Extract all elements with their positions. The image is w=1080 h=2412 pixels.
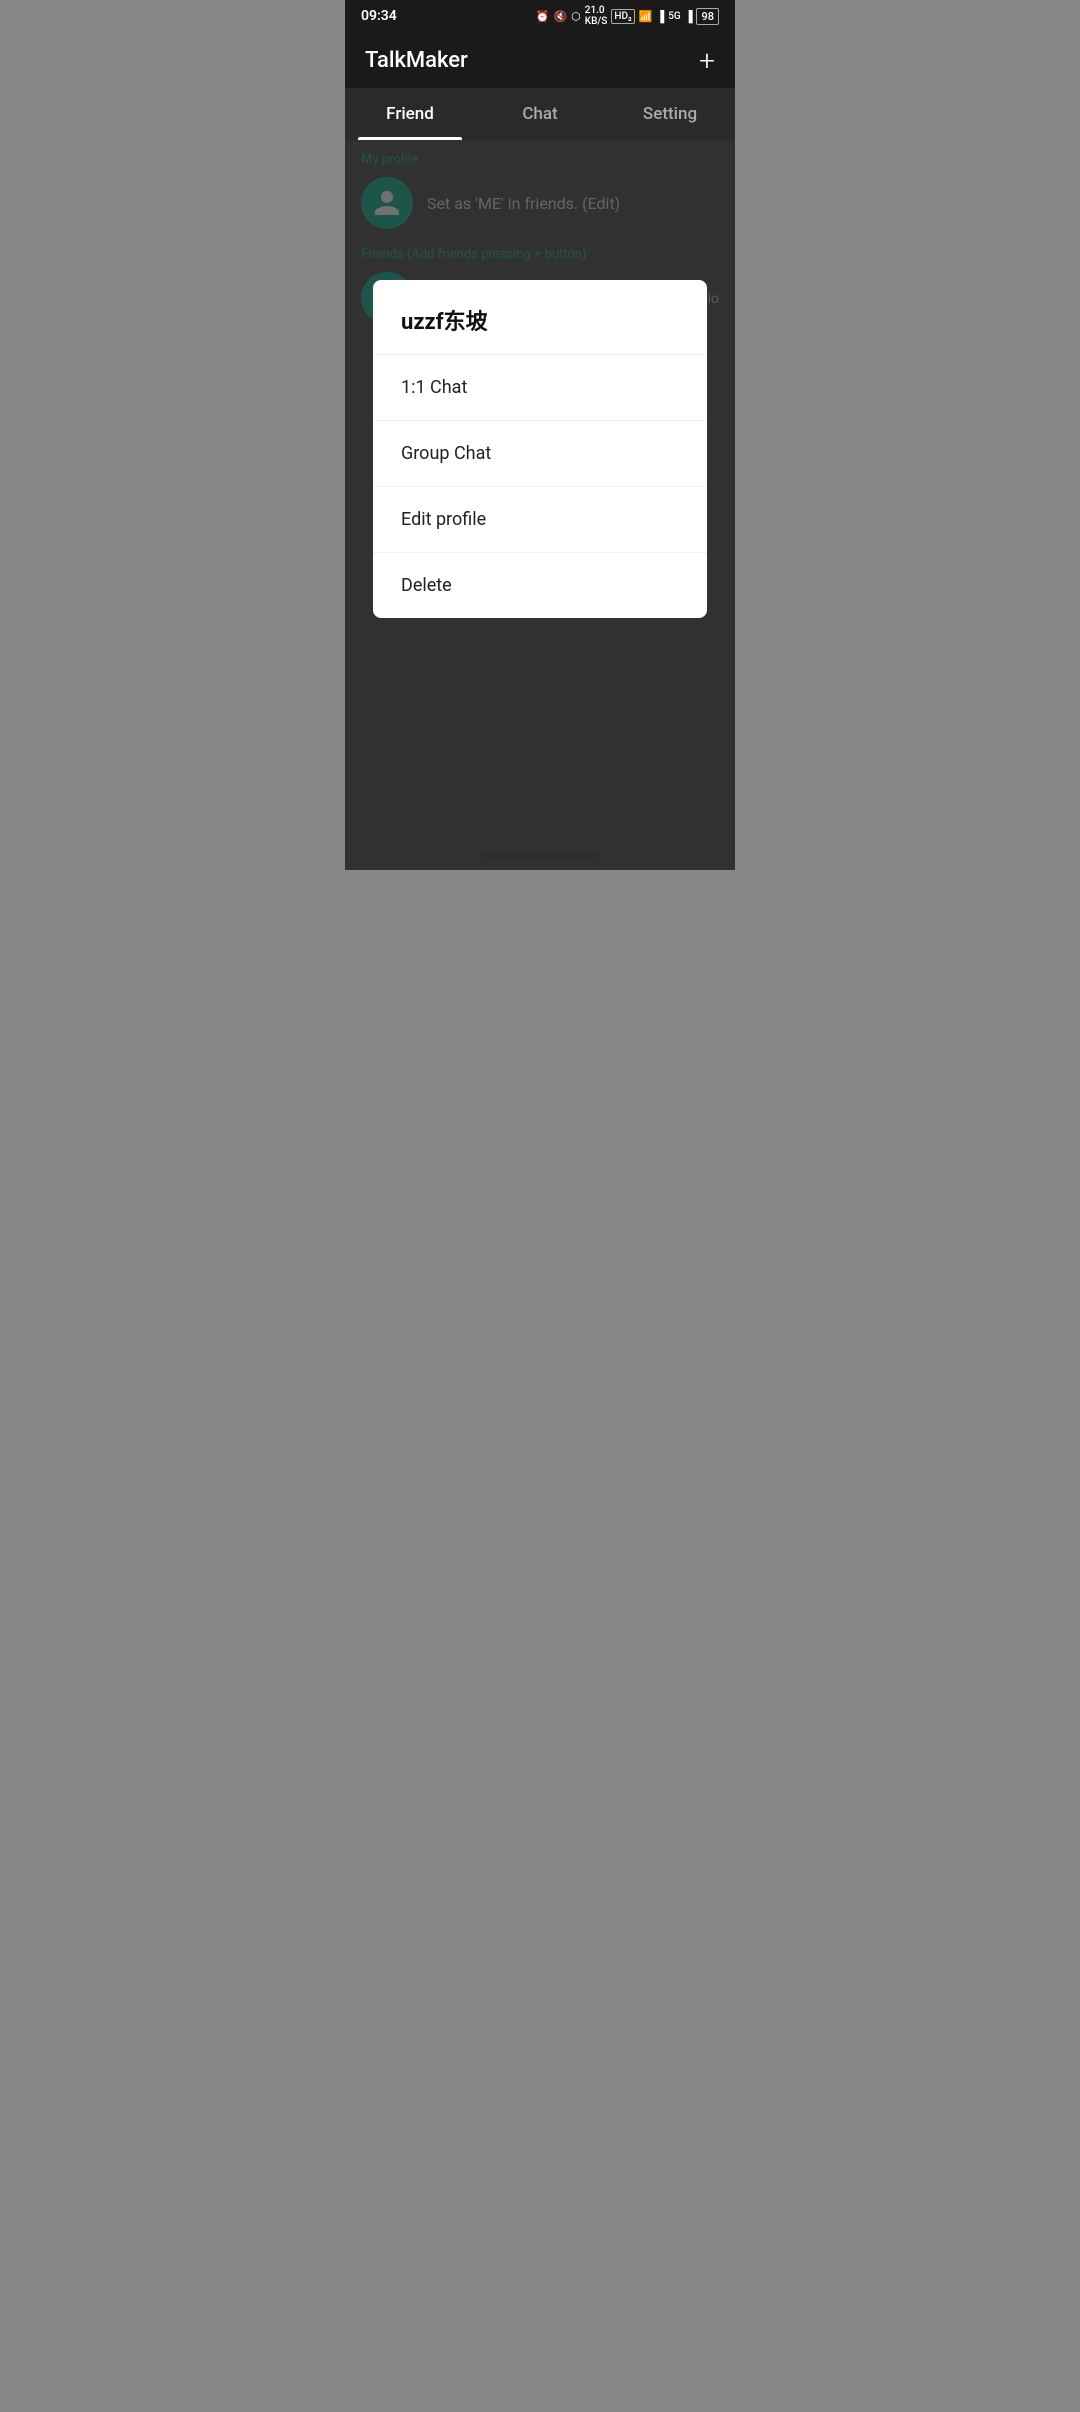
- status-bar: 09:34 ⏰ 🔇 ⬡ 21.0KB/S HD₂ 📶 ▐ 5G ▐ 98: [345, 0, 735, 32]
- signal-icon: ▐: [656, 10, 664, 23]
- menu-item-edit-profile[interactable]: Edit profile: [373, 487, 707, 553]
- main-content: My profile Set as 'ME' in friends. (Edit…: [345, 140, 735, 870]
- menu-item-group-chat[interactable]: Group Chat: [373, 421, 707, 487]
- tab-bar: Friend Chat Setting: [345, 88, 735, 140]
- wifi-icon: 📶: [639, 10, 653, 23]
- fiveg-icon: 5G: [668, 11, 681, 22]
- status-icons: ⏰ 🔇 ⬡ 21.0KB/S HD₂ 📶 ▐ 5G ▐ 98: [536, 5, 719, 27]
- tab-setting[interactable]: Setting: [605, 88, 735, 140]
- data-speed: 21.0KB/S: [585, 5, 608, 27]
- mute-icon: 🔇: [553, 10, 567, 23]
- add-button[interactable]: +: [699, 44, 715, 77]
- hd-badge: HD₂: [611, 9, 634, 24]
- battery-icon: 98: [696, 8, 719, 25]
- app-header: TalkMaker +: [345, 32, 735, 88]
- menu-item-one-to-one-chat[interactable]: 1:1 Chat: [373, 355, 707, 421]
- alarm-icon: ⏰: [536, 10, 550, 23]
- bluetooth-icon: ⬡: [571, 10, 581, 23]
- app-title: TalkMaker: [365, 48, 468, 73]
- signal2-icon: ▐: [685, 10, 693, 23]
- menu-username: uzzf东坡: [401, 310, 488, 335]
- tab-chat[interactable]: Chat: [475, 88, 605, 140]
- context-menu: uzzf东坡 1:1 Chat Group Chat Edit profile …: [373, 280, 707, 618]
- menu-header: uzzf东坡: [373, 280, 707, 355]
- status-time: 09:34: [361, 8, 397, 24]
- menu-item-delete[interactable]: Delete: [373, 553, 707, 618]
- tab-friend[interactable]: Friend: [345, 88, 475, 140]
